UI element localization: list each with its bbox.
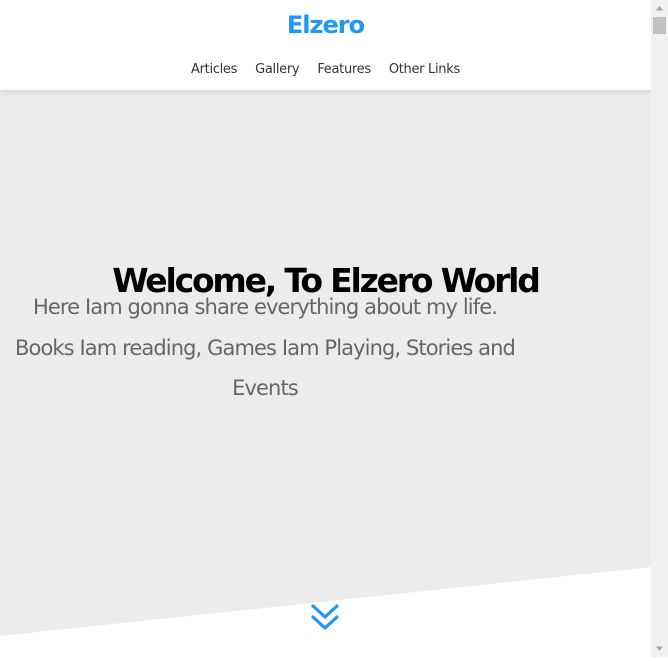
vertical-scrollbar[interactable] <box>651 0 668 657</box>
nav-link-articles[interactable]: Articles <box>191 60 237 80</box>
logo[interactable]: Elzero <box>0 9 651 41</box>
scrollbar-thumb[interactable] <box>653 17 666 34</box>
nav-link-gallery[interactable]: Gallery <box>255 60 300 80</box>
nav-link-features[interactable]: Features <box>317 60 371 80</box>
nav-link-other-links[interactable]: Other Links <box>389 60 460 80</box>
main-nav: Articles Gallery Features Other Links <box>0 60 651 80</box>
scroll-up-arrow-icon[interactable] <box>651 0 668 17</box>
landing-intro: Here Iam gonna share everything about my… <box>15 295 516 400</box>
page: Elzero Articles Gallery Features Other L… <box>0 0 651 657</box>
angles-down-icon[interactable] <box>309 602 341 634</box>
scroll-down-arrow-icon[interactable] <box>651 640 668 657</box>
site-header: Elzero Articles Gallery Features Other L… <box>0 0 651 90</box>
